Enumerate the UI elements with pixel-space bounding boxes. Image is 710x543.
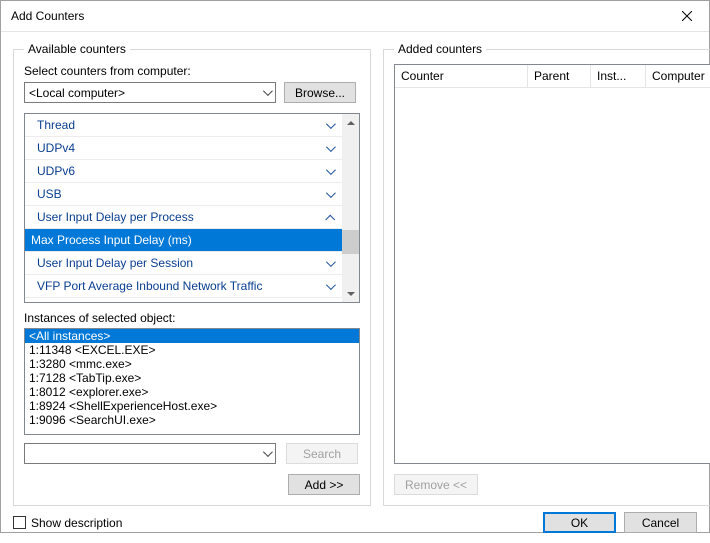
counter-sub-item[interactable]: Max Process Input Delay (ms) bbox=[25, 229, 342, 252]
chevron-down-icon bbox=[322, 279, 336, 293]
col-counter[interactable]: Counter bbox=[395, 65, 528, 88]
dialog-footer: Show description OK Cancel bbox=[1, 506, 709, 543]
instances-listbox[interactable]: <All instances>1:11348 <EXCEL.EXE>1:3280… bbox=[24, 328, 360, 435]
computer-combo-value: <Local computer> bbox=[29, 86, 125, 100]
chevron-up-icon bbox=[322, 210, 336, 224]
counter-category-item[interactable]: UDPv6 bbox=[25, 160, 342, 183]
instance-item[interactable]: 1:8924 <ShellExperienceHost.exe> bbox=[25, 399, 359, 413]
cancel-button[interactable]: Cancel bbox=[624, 512, 697, 533]
scroll-thumb[interactable] bbox=[342, 230, 359, 254]
counter-item-label: Thread bbox=[37, 118, 322, 132]
available-counters-group: Available counters Select counters from … bbox=[13, 42, 371, 506]
chevron-down-icon bbox=[322, 118, 336, 132]
close-icon bbox=[682, 11, 692, 21]
chevron-down-icon bbox=[322, 164, 336, 178]
window-title: Add Counters bbox=[11, 9, 664, 23]
counters-list[interactable]: Thread UDPv4 UDPv6 USB User Input Delay per … bbox=[25, 114, 342, 302]
computer-combo[interactable]: <Local computer> bbox=[24, 82, 276, 103]
search-row: Search bbox=[24, 443, 360, 464]
counter-item-label: UDPv6 bbox=[37, 164, 322, 178]
counter-category-item[interactable]: UDPv4 bbox=[25, 137, 342, 160]
add-button[interactable]: Add >> bbox=[288, 474, 360, 495]
instance-search-combo[interactable] bbox=[24, 443, 276, 464]
browse-button[interactable]: Browse... bbox=[284, 82, 356, 103]
titlebar: Add Counters bbox=[1, 1, 709, 32]
added-counters-group: Added counters Counter Parent Inst... Co… bbox=[383, 42, 710, 506]
scroll-up-button[interactable] bbox=[342, 114, 359, 131]
col-parent[interactable]: Parent bbox=[528, 65, 591, 88]
chevron-down-icon bbox=[322, 256, 336, 270]
counter-category-item[interactable]: User Input Delay per Process bbox=[25, 206, 342, 229]
chevron-down-icon bbox=[322, 141, 336, 155]
added-table-header: Counter Parent Inst... Computer bbox=[395, 65, 710, 88]
ok-button[interactable]: OK bbox=[543, 512, 616, 533]
counter-item-label: Max Process Input Delay (ms) bbox=[31, 233, 336, 247]
instance-item[interactable]: 1:7128 <TabTip.exe> bbox=[25, 371, 359, 385]
counters-listbox: Thread UDPv4 UDPv6 USB User Input Delay per … bbox=[24, 113, 360, 303]
counter-item-label: UDPv4 bbox=[37, 141, 322, 155]
counters-scrollbar[interactable] bbox=[342, 114, 359, 302]
select-computer-label: Select counters from computer: bbox=[24, 64, 360, 78]
counter-category-item[interactable]: USB bbox=[25, 183, 342, 206]
add-row: Add >> bbox=[24, 474, 360, 495]
add-counters-dialog: Add Counters Available counters Select c… bbox=[0, 0, 710, 533]
col-computer[interactable]: Computer bbox=[646, 65, 710, 88]
counter-item-label: User Input Delay per Session bbox=[37, 256, 322, 270]
available-counters-legend: Available counters bbox=[24, 42, 130, 56]
instance-item[interactable]: 1:11348 <EXCEL.EXE> bbox=[25, 343, 359, 357]
instance-item[interactable]: 1:8012 <explorer.exe> bbox=[25, 385, 359, 399]
checkbox-box bbox=[13, 516, 26, 529]
search-button[interactable]: Search bbox=[286, 443, 358, 464]
close-button[interactable] bbox=[664, 1, 709, 31]
scroll-down-button[interactable] bbox=[342, 285, 359, 302]
counter-category-item[interactable]: User Input Delay per Session bbox=[25, 252, 342, 275]
remove-button[interactable]: Remove << bbox=[394, 474, 478, 495]
counter-item-label: User Input Delay per Process bbox=[37, 210, 322, 224]
chevron-down-icon bbox=[258, 83, 275, 102]
chevron-down-icon bbox=[322, 187, 336, 201]
show-description-label: Show description bbox=[31, 516, 122, 530]
col-inst[interactable]: Inst... bbox=[591, 65, 646, 88]
instance-item[interactable]: <All instances> bbox=[25, 329, 359, 343]
counter-item-label: VFP Port Average Inbound Network Traffic bbox=[37, 279, 322, 293]
counter-item-label: USB bbox=[37, 187, 322, 201]
instance-item[interactable]: 1:9096 <SearchUI.exe> bbox=[25, 413, 359, 427]
instance-item[interactable]: 1:3280 <mmc.exe> bbox=[25, 357, 359, 371]
counter-category-item[interactable]: Thread bbox=[25, 114, 342, 137]
added-counters-table[interactable]: Counter Parent Inst... Computer bbox=[394, 64, 710, 464]
counter-category-item[interactable]: VFP Port Average Inbound Network Traffic bbox=[25, 275, 342, 298]
chevron-down-icon bbox=[258, 444, 275, 463]
computer-row: <Local computer> Browse... bbox=[24, 82, 360, 103]
instances-label: Instances of selected object: bbox=[24, 311, 360, 325]
show-description-checkbox[interactable]: Show description bbox=[13, 516, 122, 530]
added-counters-legend: Added counters bbox=[394, 42, 486, 56]
dialog-body: Available counters Select counters from … bbox=[1, 32, 709, 506]
remove-row: Remove << bbox=[394, 474, 710, 495]
